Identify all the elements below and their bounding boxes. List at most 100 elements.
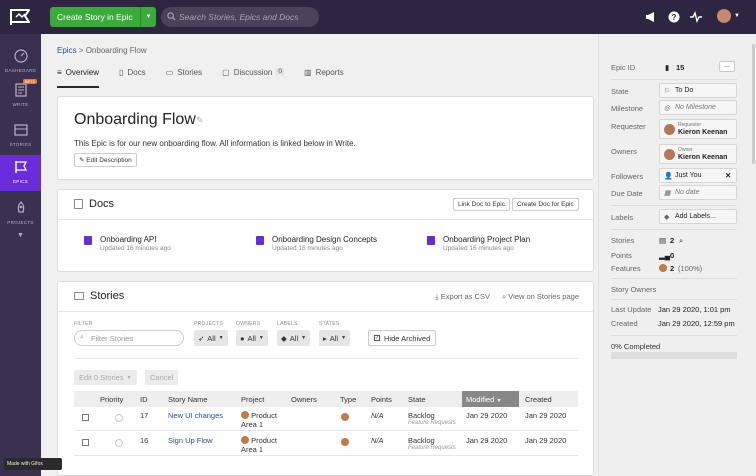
col-owners[interactable]: Owners xyxy=(291,395,317,404)
tab-discussion[interactable]: ▢ Discussion 0 xyxy=(222,68,284,88)
nav-stories[interactable]: STORIES xyxy=(0,118,41,152)
filter-placeholder: Filter Stories xyxy=(91,333,134,343)
hide-archived-toggle[interactable]: ✓ Hide Archived xyxy=(368,330,437,346)
docs-heading: Docs xyxy=(74,198,114,210)
pencil-icon[interactable]: ✎ xyxy=(196,115,204,126)
state-name: Backlog xyxy=(408,411,435,420)
owners-selector[interactable]: Owner Kieron Keenan xyxy=(659,144,737,164)
chevron-down-icon[interactable]: ▼ xyxy=(734,13,740,19)
chevron-down-icon[interactable]: ▼ xyxy=(17,232,24,239)
user-avatar[interactable] xyxy=(717,9,731,23)
table-row[interactable]: 17 New UI changes Product Area 1 N/A Bac… xyxy=(74,407,578,431)
nav-write[interactable]: BETA WRITE xyxy=(0,78,41,112)
scrollbar[interactable] xyxy=(752,44,755,164)
story-name-link[interactable]: Sign Up Flow xyxy=(168,436,213,445)
megaphone-icon[interactable] xyxy=(645,11,657,23)
priority-icon[interactable] xyxy=(115,414,123,422)
edit-stories-button[interactable]: Edit 0 Stories ▼ xyxy=(74,370,137,385)
filter-stories-input[interactable]: ⌕ Filter Stories xyxy=(74,330,184,346)
help-icon[interactable]: ? xyxy=(668,11,680,23)
col-modified[interactable]: Modified ▼ xyxy=(462,391,519,407)
owners-filter-dropdown[interactable]: ● All ▼ xyxy=(236,330,268,346)
link-label: View on Stories page xyxy=(508,292,579,301)
feature-icon xyxy=(341,438,349,446)
col-priority[interactable]: Priority xyxy=(100,395,123,404)
create-story-button[interactable]: Create Story in Epic ▼ xyxy=(50,7,156,27)
requester-selector[interactable]: Requester Kieron Keenan xyxy=(659,119,737,139)
tab-overview[interactable]: ≡ Overview xyxy=(57,68,100,88)
chevron-down-icon: ▼ xyxy=(218,335,224,341)
col-state[interactable]: State xyxy=(408,395,426,404)
sort-desc-icon: ▼ xyxy=(496,398,502,404)
view-stories-page-link[interactable]: ⌕ View on Stories page xyxy=(502,292,579,302)
story-project: Product Area 1 xyxy=(241,436,281,454)
row-checkbox[interactable] xyxy=(82,414,89,421)
export-csv-link[interactable]: ⤓ Export as CSV xyxy=(435,292,490,302)
divider xyxy=(611,278,737,279)
doc-icon xyxy=(427,236,435,245)
search-input[interactable]: Search Stories, Epics and Docs xyxy=(161,7,319,27)
state-icon: ▸ xyxy=(323,333,327,343)
points-value: 0 xyxy=(670,251,675,260)
owners-label: Owners xyxy=(611,147,637,156)
story-name-link[interactable]: New UI changes xyxy=(168,411,223,420)
col-created[interactable]: Created xyxy=(525,395,552,404)
svg-text:?: ? xyxy=(672,13,677,22)
state-dropdown[interactable]: ⚐ To Do xyxy=(659,83,737,98)
due-date-picker[interactable]: ▦ No date xyxy=(659,185,737,200)
doc-updated: Updated 16 minutes ago xyxy=(100,245,171,252)
chevron-down-icon[interactable]: ▼ xyxy=(140,7,156,27)
col-story-name[interactable]: Story Name xyxy=(168,395,208,404)
create-doc-button[interactable]: Create Doc for Epic xyxy=(512,198,579,211)
divider xyxy=(611,335,737,336)
epic-id-value: 15 xyxy=(676,63,685,72)
activity-icon[interactable] xyxy=(690,10,702,24)
edit-description-button[interactable]: ✎ Edit Description xyxy=(74,153,137,167)
states-filter-dropdown[interactable]: ▸ All ▼ xyxy=(319,330,351,346)
epic-title[interactable]: Onboarding Flow xyxy=(74,111,196,129)
tab-docs[interactable]: ▯ Docs xyxy=(119,68,146,88)
story-id: 16 xyxy=(140,436,149,445)
points-label: Points xyxy=(611,251,632,260)
nav-dashboard[interactable]: DASHBOARD xyxy=(0,44,41,78)
checkbox-checked-icon: ✓ xyxy=(374,335,380,341)
add-labels-button[interactable]: ◆ Add Labels... xyxy=(659,209,737,224)
tab-reports[interactable]: ▥ Reports xyxy=(304,68,344,88)
avatar xyxy=(664,149,675,160)
col-project[interactable]: Project xyxy=(241,395,264,404)
milestone-value: No Milestone xyxy=(675,104,716,111)
feature-icon xyxy=(341,413,349,421)
doc-item[interactable]: Onboarding API Updated 16 minutes ago xyxy=(84,235,171,252)
table-row[interactable]: 16 Sign Up Flow Product Area 1 N/A Backl… xyxy=(74,432,578,456)
nav-projects[interactable]: PROJECTS xyxy=(0,196,41,230)
more-options-button[interactable]: ... xyxy=(719,61,735,72)
search-icon[interactable]: ⌕ xyxy=(679,236,683,246)
projects-filter-dropdown[interactable]: ➶ All ▼ xyxy=(194,330,228,346)
milestone-dropdown[interactable]: ◎ No Milestone xyxy=(659,100,737,115)
col-id[interactable]: ID xyxy=(140,395,148,404)
milestone-icon: ◎ xyxy=(664,105,671,112)
labels-filter-dropdown[interactable]: ◆ All ▼ xyxy=(277,330,311,346)
doc-item[interactable]: Onboarding Design Concepts Updated 16 mi… xyxy=(256,235,377,252)
story-project: Product Area 1 xyxy=(241,411,281,429)
row-checkbox[interactable] xyxy=(82,439,89,446)
labels-button-label: Add Labels... xyxy=(675,213,716,220)
completion-label: 0% Completed xyxy=(611,342,661,351)
column-label: Modified xyxy=(466,395,495,404)
workflow-name: Feature Requests xyxy=(408,420,456,426)
col-points[interactable]: Points xyxy=(371,395,392,404)
user-icon: ● xyxy=(240,333,245,343)
last-update-label: Last Update xyxy=(611,305,652,314)
doc-item[interactable]: Onboarding Project Plan Updated 16 minut… xyxy=(427,235,530,252)
close-icon[interactable]: ✕ xyxy=(725,171,731,180)
rocket-icon xyxy=(17,201,24,213)
tab-stories[interactable]: ▭ Stories xyxy=(166,68,202,88)
requester-label: Requester xyxy=(611,122,646,131)
breadcrumb-epics-link[interactable]: Epics xyxy=(57,46,77,55)
col-type[interactable]: Type xyxy=(340,395,356,404)
clubhouse-logo-icon[interactable] xyxy=(9,8,33,26)
cancel-button[interactable]: Cancel xyxy=(145,370,179,385)
nav-epics[interactable]: EPICS xyxy=(0,155,41,191)
priority-icon[interactable] xyxy=(115,439,123,447)
link-doc-button[interactable]: Link Doc to Epic xyxy=(453,198,510,211)
